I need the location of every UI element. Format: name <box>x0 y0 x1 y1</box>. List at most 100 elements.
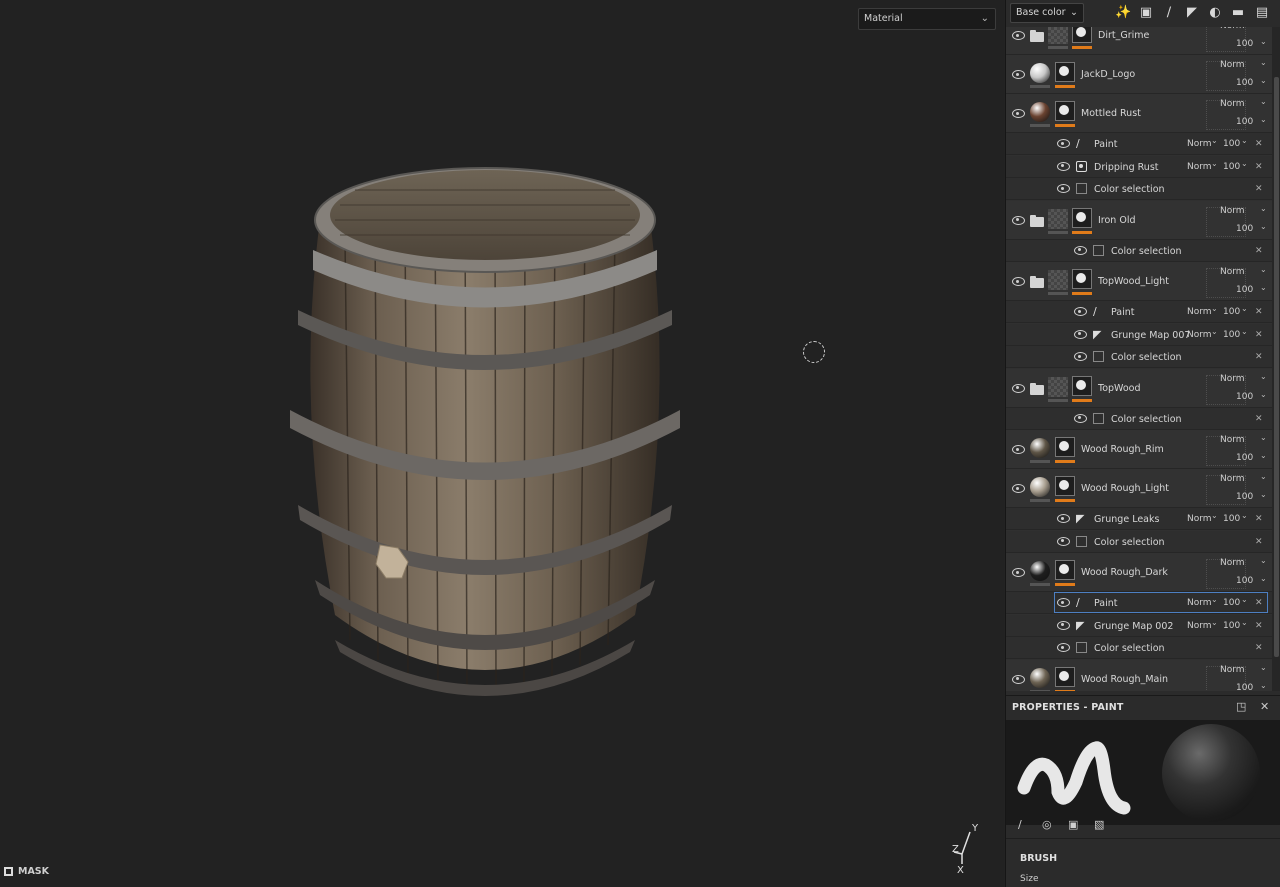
effect-name[interactable]: Color selection <box>1094 643 1165 654</box>
remove-effect-icon[interactable]: ✕ <box>1255 307 1263 317</box>
stencil-tab-icon[interactable]: ▣ <box>1068 818 1078 831</box>
mask-thumbnail[interactable] <box>1055 560 1075 580</box>
layer-scrollbar[interactable] <box>1272 27 1280 691</box>
blend-mode-select[interactable]: Norm <box>1187 162 1212 172</box>
opacity-value[interactable]: 100 <box>1236 224 1253 234</box>
layer-row[interactable]: Mottled Rust Norm ⌄ 100 ⌄ <box>1006 94 1272 133</box>
effect-row[interactable]: ∕ Paint Norm ⌄ 100 ⌄ ✕ <box>1006 301 1272 323</box>
visibility-eye-icon[interactable] <box>1012 70 1025 79</box>
opacity-value[interactable]: 100 <box>1223 162 1240 172</box>
remove-effect-icon[interactable]: ✕ <box>1255 162 1263 172</box>
blend-mode-select[interactable]: Norm <box>1187 621 1212 631</box>
effect-name[interactable]: Grunge Map 007 <box>1111 330 1190 341</box>
layer-name[interactable]: Iron Old <box>1098 215 1136 226</box>
effect-row[interactable]: Color selection ✕ <box>1006 530 1272 553</box>
effect-row[interactable]: Dripping Rust Norm ⌄ 100 ⌄ ✕ <box>1006 155 1272 178</box>
channel-select[interactable]: Base color ⌄ <box>1010 3 1084 23</box>
remove-effect-icon[interactable]: ✕ <box>1255 598 1263 608</box>
effect-row[interactable]: ∕ Paint Norm ⌄ 100 ⌄ ✕ <box>1006 592 1272 614</box>
layer-name[interactable]: TopWood_Light <box>1098 276 1169 287</box>
blend-mode-select[interactable]: Norm <box>1187 598 1212 608</box>
opacity-value[interactable]: 100 <box>1236 285 1253 295</box>
blend-mode-select[interactable]: Norm <box>1220 665 1245 675</box>
viewport-mode-select[interactable]: Material ⌄ <box>858 8 996 30</box>
layer-name[interactable]: Dirt_Grime <box>1098 30 1149 41</box>
opacity-value[interactable]: 100 <box>1223 598 1240 608</box>
effect-row[interactable]: Color selection ✕ <box>1006 239 1272 262</box>
brush-tab-icon[interactable]: ∕ <box>1018 818 1022 831</box>
scrollbar-thumb[interactable] <box>1274 77 1279 657</box>
visibility-eye-icon[interactable] <box>1057 620 1070 630</box>
generator-icon[interactable]: ◐ <box>1207 5 1223 21</box>
mask-thumbnail[interactable] <box>1072 269 1092 289</box>
visibility-eye-icon[interactable] <box>1057 139 1070 148</box>
effect-name[interactable]: Grunge Map 002 <box>1094 621 1173 632</box>
visibility-eye-icon[interactable] <box>1012 277 1025 286</box>
blend-mode-select[interactable]: Norm <box>1220 60 1245 70</box>
mask-thumbnail[interactable] <box>1055 62 1075 82</box>
opacity-value[interactable]: 100 <box>1236 683 1253 692</box>
effect-row[interactable]: Color selection ✕ <box>1006 346 1272 368</box>
layer-row[interactable]: TopWood_Light Norm ⌄ 100 ⌄ <box>1006 262 1272 301</box>
blend-mode-select[interactable]: Norm <box>1187 139 1212 149</box>
remove-effect-icon[interactable]: ✕ <box>1255 184 1263 194</box>
alpha-tab-icon[interactable]: ◎ <box>1042 818 1052 831</box>
layer-row[interactable]: JackD_Logo Norm ⌄ 100 ⌄ <box>1006 55 1272 94</box>
remove-effect-icon[interactable]: ✕ <box>1255 330 1263 340</box>
blend-mode-select[interactable]: Norm <box>1220 435 1245 445</box>
layer-row[interactable]: Dirt_Grime Norm ⌄ 100 ⌄ <box>1006 27 1272 55</box>
layer-name[interactable]: Mottled Rust <box>1081 108 1141 119</box>
close-icon[interactable]: ✕ <box>1260 700 1269 713</box>
effect-row[interactable]: Color selection ✕ <box>1006 178 1272 200</box>
remove-effect-icon[interactable]: ✕ <box>1255 643 1263 653</box>
visibility-eye-icon[interactable] <box>1074 413 1087 423</box>
visibility-eye-icon[interactable] <box>1074 352 1087 361</box>
layer-row[interactable]: Wood Rough_Main Norm ⌄ 100 ⌄ <box>1006 659 1272 692</box>
visibility-eye-icon[interactable] <box>1057 536 1070 546</box>
mask-thumbnail[interactable] <box>1055 666 1075 687</box>
opacity-value[interactable]: 100 <box>1236 576 1253 586</box>
effect-name[interactable]: Color selection <box>1111 352 1182 363</box>
effect-name[interactable]: Color selection <box>1111 246 1182 257</box>
visibility-eye-icon[interactable] <box>1057 184 1070 193</box>
effect-row[interactable]: Color selection ✕ <box>1006 637 1272 659</box>
visibility-eye-icon[interactable] <box>1012 109 1025 118</box>
visibility-eye-icon[interactable] <box>1074 245 1087 255</box>
blend-mode-select[interactable]: Norm <box>1220 99 1245 109</box>
trash-icon[interactable]: ▤ <box>1254 5 1270 21</box>
maximize-icon[interactable]: ◳ <box>1236 700 1246 713</box>
mask-thumbnail[interactable] <box>1072 207 1092 228</box>
visibility-eye-icon[interactable] <box>1057 598 1070 607</box>
remove-effect-icon[interactable]: ✕ <box>1255 537 1263 547</box>
effect-name[interactable]: Paint <box>1111 307 1135 318</box>
blend-mode-select[interactable]: Norm <box>1220 267 1245 277</box>
layer-name[interactable]: TopWood <box>1098 383 1141 394</box>
effect-row[interactable]: ◤ Grunge Map 007 Norm ⌄ 100 ⌄ ✕ <box>1006 323 1272 346</box>
visibility-eye-icon[interactable] <box>1074 307 1087 316</box>
effect-name[interactable]: Paint <box>1094 598 1118 609</box>
layer-name[interactable]: Wood Rough_Main <box>1081 674 1168 685</box>
mask-thumbnail[interactable] <box>1072 27 1092 43</box>
visibility-eye-icon[interactable] <box>1012 674 1025 684</box>
layer-name[interactable]: Wood Rough_Dark <box>1081 567 1168 578</box>
add-mask-icon[interactable]: ▣ <box>1138 5 1154 21</box>
opacity-value[interactable]: 100 <box>1236 492 1253 502</box>
effect-row[interactable]: ◤ Grunge Leaks Norm ⌄ 100 ⌄ ✕ <box>1006 508 1272 530</box>
layer-name[interactable]: Wood Rough_Light <box>1081 483 1169 494</box>
layer-row[interactable]: Iron Old Norm ⌄ 100 ⌄ <box>1006 200 1272 240</box>
opacity-value[interactable]: 100 <box>1223 330 1240 340</box>
effect-name[interactable]: Color selection <box>1111 414 1182 425</box>
mask-thumbnail[interactable] <box>1055 476 1075 496</box>
effect-name[interactable]: Color selection <box>1094 184 1165 195</box>
remove-effect-icon[interactable]: ✕ <box>1255 621 1263 631</box>
fill-bucket-icon[interactable]: ◤ <box>1184 5 1200 21</box>
blend-mode-select[interactable]: Norm <box>1187 307 1212 317</box>
visibility-eye-icon[interactable] <box>1074 329 1087 339</box>
layer-row[interactable]: Wood Rough_Dark Norm ⌄ 100 ⌄ <box>1006 553 1272 592</box>
visibility-eye-icon[interactable] <box>1012 215 1025 225</box>
blend-mode-select[interactable]: Norm <box>1220 374 1245 384</box>
remove-effect-icon[interactable]: ✕ <box>1255 514 1263 524</box>
blend-mode-select[interactable]: Norm <box>1220 27 1245 31</box>
paint-brush-icon[interactable]: ∕ <box>1161 5 1177 21</box>
opacity-value[interactable]: 100 <box>1223 514 1240 524</box>
